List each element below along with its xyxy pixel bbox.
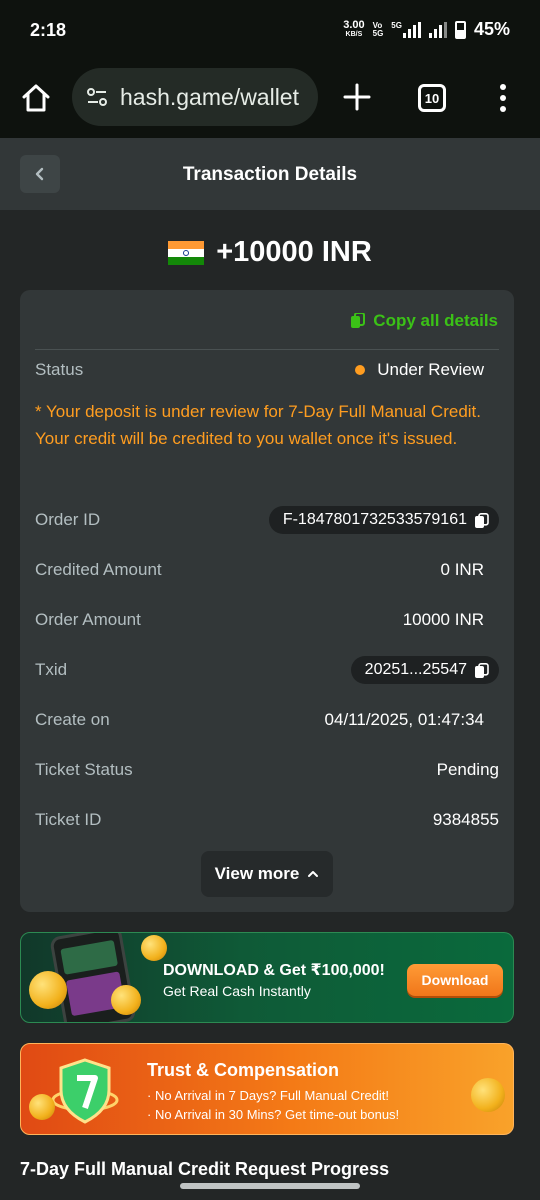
signal-icon-sim2 [428, 21, 447, 38]
detail-row-order-id: Order ID F-1847801732533579161 [35, 505, 499, 535]
clock: 2:18 [30, 20, 67, 40]
browser-toolbar: hash.game/wallet 10 [0, 60, 540, 138]
coin-icon [29, 971, 67, 1009]
detail-row-ticket-id: Ticket ID 9384855 [35, 810, 499, 829]
battery-icon [454, 20, 466, 39]
download-button[interactable]: Download [407, 964, 503, 996]
status-row: Status Under Review [35, 355, 499, 385]
download-banner-subtitle: Get Real Cash Instantly [163, 983, 311, 999]
status-icons: 3.00 KB/S Vo 5G 5G 45% [343, 19, 510, 40]
page-header: Transaction Details [0, 138, 540, 210]
trust-banner-line-1: · No Arrival in 7 Days? Full Manual Cred… [147, 1088, 390, 1103]
detail-row-credited-amount: Credited Amount 0 INR [35, 560, 484, 579]
view-more-button[interactable]: View more [201, 851, 333, 897]
divider [35, 349, 499, 350]
trust-banner-title: Trust & Compensation [147, 1060, 340, 1080]
transaction-details-card: Copy all details Status Under Review * Y… [20, 290, 514, 912]
detail-row-create-on: Create on 04/11/2025, 01:47:34 [35, 710, 484, 729]
coin-icon [111, 985, 141, 1015]
network-speed: 3.00 KB/S [343, 18, 365, 38]
copy-icon [351, 313, 366, 328]
new-tab-icon[interactable] [343, 83, 371, 111]
coin-icon [141, 935, 167, 961]
battery-percent: 45% [473, 19, 510, 39]
amount-value: +10000 INR [216, 236, 372, 268]
copy-all-details-button[interactable]: Copy all details [351, 311, 498, 331]
transaction-amount: +10000 INR [0, 236, 540, 269]
site-settings-icon[interactable] [84, 84, 110, 110]
copy-icon [475, 662, 489, 678]
review-notice: * Your deposit is under review for 7-Day… [35, 402, 481, 448]
url-text: hash.game/wallet [120, 83, 299, 110]
overflow-menu-icon[interactable] [498, 82, 508, 114]
download-app-banner[interactable]: DOWNLOAD & Get ₹100,000! Get Real Cash I… [20, 932, 514, 1023]
copy-icon [475, 512, 489, 528]
trust-banner-line-2: · No Arrival in 30 Mins? Get time-out bo… [147, 1107, 400, 1122]
home-icon[interactable] [20, 82, 52, 114]
txid-copy-pill[interactable]: 20251...25547 [350, 656, 499, 684]
shield-badge-icon [51, 1058, 119, 1124]
system-status-bar: 2:18 3.00 KB/S Vo 5G 5G 45% [0, 0, 540, 60]
trust-compensation-banner[interactable]: Trust & Compensation · No Arrival in 7 D… [20, 1043, 514, 1135]
coin-icon [29, 1094, 55, 1120]
status-badge: Under Review [355, 360, 499, 380]
chevron-up-icon [308, 871, 319, 877]
address-bar[interactable]: hash.game/wallet [72, 68, 318, 126]
detail-row-ticket-status: Ticket Status Pending [35, 760, 499, 779]
detail-row-order-amount: Order Amount 10000 INR [35, 610, 484, 629]
status-label: Status [35, 360, 84, 379]
status-dot-icon [355, 365, 366, 375]
page-title: Transaction Details [182, 164, 358, 185]
tab-switcher-button[interactable]: 10 [418, 84, 446, 112]
coin-icon [471, 1078, 505, 1112]
download-banner-title: DOWNLOAD & Get ₹100,000! [163, 962, 385, 979]
signal-icon: 5G [391, 21, 421, 38]
progress-section-title: 7-Day Full Manual Credit Request Progres… [20, 1159, 390, 1179]
detail-row-txid: Txid 20251...25547 [35, 655, 499, 685]
gesture-home-indicator[interactable] [180, 1183, 360, 1189]
volte-icon: Vo 5G [372, 20, 384, 38]
order-id-copy-pill[interactable]: F-1847801732533579161 [268, 506, 499, 534]
india-flag-icon [168, 240, 205, 265]
